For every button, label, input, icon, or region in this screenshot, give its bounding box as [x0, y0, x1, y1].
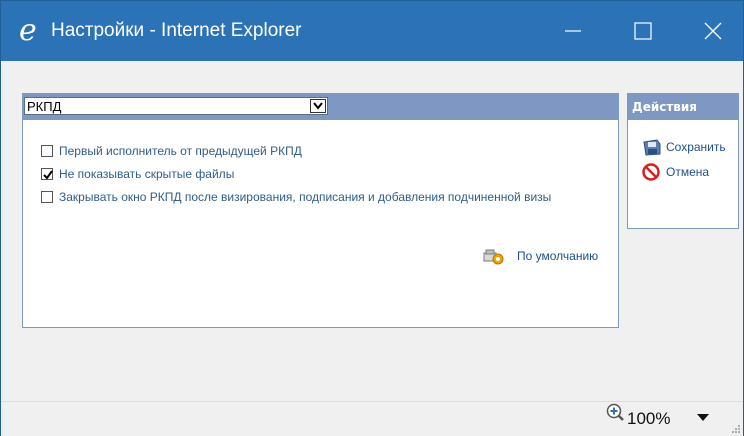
checkmark-icon	[43, 170, 53, 180]
title-bar[interactable]: e Настройки - Internet Explorer	[1, 1, 743, 61]
checkbox-close-window[interactable]	[41, 191, 53, 203]
actions-panel: Действия Сохранить Отмена	[627, 93, 739, 229]
ie-window: e Настройки - Internet Explorer РКПД Пер…	[0, 0, 744, 436]
chevron-down-icon[interactable]	[310, 99, 326, 113]
restore-defaults-label: По умолчанию	[517, 249, 599, 263]
document-type-select[interactable]: РКПД	[24, 97, 328, 115]
minimize-button[interactable]	[543, 1, 603, 61]
option-label: Закрывать окно РКПД после визирования, п…	[59, 190, 552, 204]
close-icon	[704, 22, 722, 40]
option-label: Первый исполнитель от предыдущей РКПД	[59, 144, 302, 158]
close-button[interactable]	[683, 1, 743, 61]
cancel-icon	[642, 163, 660, 181]
maximize-icon	[634, 22, 652, 40]
option-label: Не показывать скрытые файлы	[59, 167, 235, 181]
save-label: Сохранить	[666, 140, 726, 154]
zoom-in-icon[interactable]	[605, 402, 625, 424]
resize-grip-icon[interactable]	[731, 424, 741, 434]
defaults-icon	[483, 249, 504, 265]
zoom-dropdown-icon[interactable]	[697, 414, 709, 422]
save-icon	[643, 139, 661, 156]
status-bar: 100%	[1, 401, 743, 436]
checkbox-hide-hidden-files[interactable]	[41, 168, 53, 180]
checkbox-first-executor[interactable]	[41, 145, 53, 157]
settings-panel-header: РКПД	[23, 94, 618, 120]
window-title: Настройки - Internet Explorer	[51, 20, 302, 41]
select-value: РКПД	[27, 99, 62, 114]
zoom-level[interactable]: 100%	[627, 408, 670, 430]
settings-panel: РКПД Первый исполнитель от предыдущей РК…	[22, 93, 619, 328]
minimize-icon	[565, 30, 581, 32]
maximize-button[interactable]	[613, 1, 673, 61]
page-content: РКПД Первый исполнитель от предыдущей РК…	[1, 61, 743, 401]
ie-logo-icon: e	[19, 13, 37, 48]
cancel-label: Отмена	[666, 165, 710, 179]
actions-header: Действия	[628, 94, 738, 120]
